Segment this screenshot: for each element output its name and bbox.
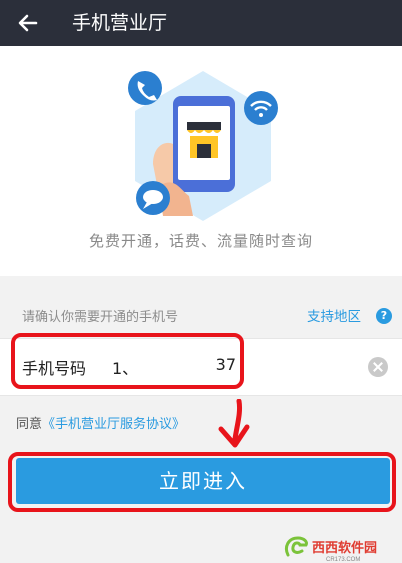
clear-icon[interactable] bbox=[368, 357, 388, 377]
site-watermark-logo: 西西软件园 CR173.COM bbox=[284, 536, 377, 563]
hero-section: 免费开通，话费、流量随时查询 bbox=[0, 46, 402, 276]
store-icon bbox=[187, 122, 221, 158]
watermark-subtext: CR173.COM bbox=[326, 557, 360, 563]
annotation-box-phone bbox=[11, 333, 244, 389]
question-icon[interactable]: ? bbox=[376, 308, 392, 324]
hero-tagline: 免费开通，话费、流量随时查询 bbox=[88, 232, 313, 250]
wifi-icon bbox=[244, 91, 278, 125]
phone-call-icon bbox=[128, 71, 162, 105]
page-title: 手机营业厅 bbox=[72, 12, 168, 34]
watermark-text: 西西软件园 bbox=[312, 540, 377, 555]
annotation-arrow-icon bbox=[218, 399, 250, 448]
arrow-left-icon[interactable] bbox=[16, 11, 40, 35]
chat-bubble-icon bbox=[136, 181, 170, 215]
supported-regions-link[interactable]: 支持地区 bbox=[307, 305, 361, 325]
hero-illustration bbox=[128, 71, 278, 221]
annotation-box-button bbox=[8, 452, 396, 512]
agreement-prefix: 同意 bbox=[16, 417, 43, 432]
confirm-phone-label: 请确认你需要开通的手机号 bbox=[22, 310, 179, 325]
service-agreement-link[interactable]: 《手机营业厅服务协议》 bbox=[42, 417, 185, 432]
agreement-row: 同意《手机营业厅服务协议》 bbox=[16, 413, 185, 432]
top-bar: 手机营业厅 bbox=[0, 0, 402, 46]
